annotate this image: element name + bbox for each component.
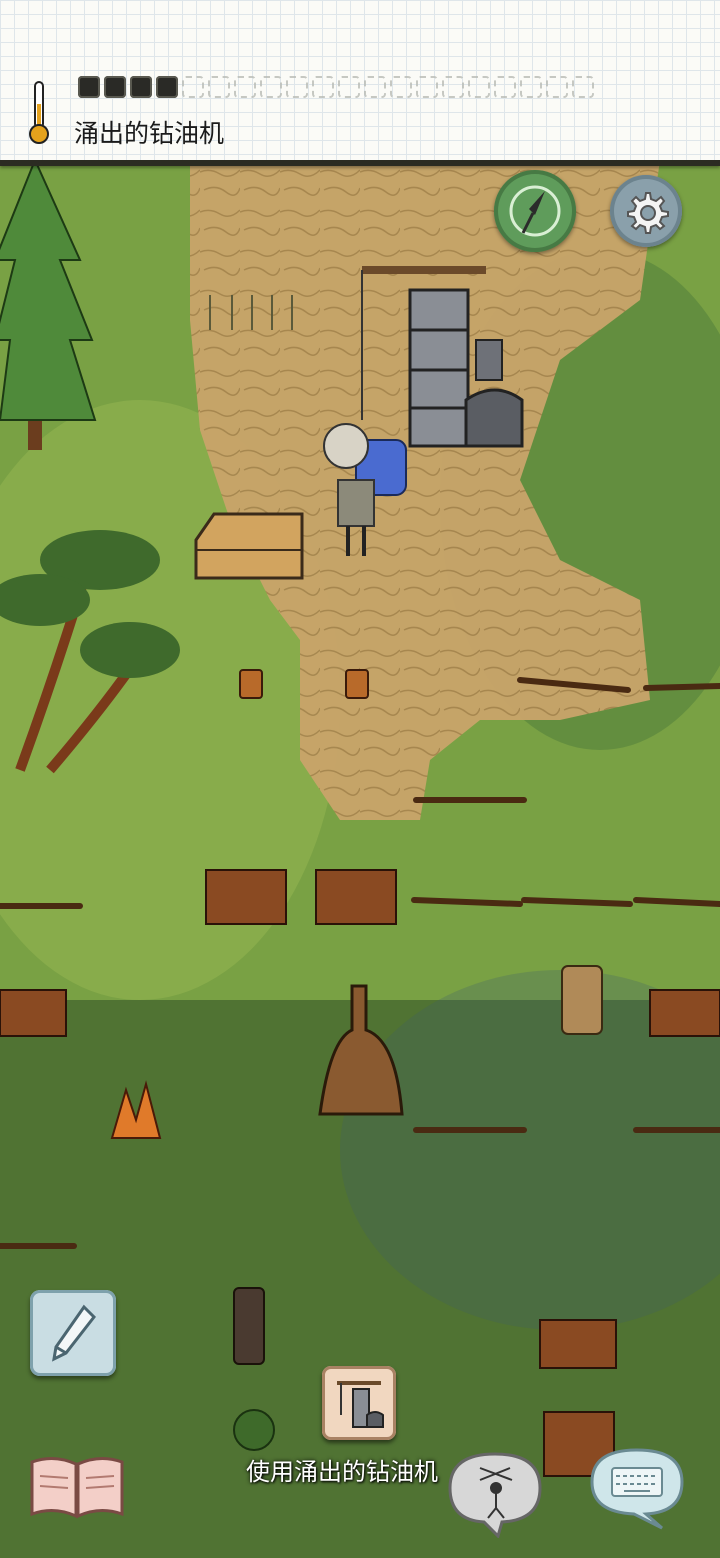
food-pip-empty (182, 76, 204, 98)
keyboard-icon (611, 1467, 663, 1497)
gear-icon (627, 192, 669, 234)
food-pip-empty (416, 76, 438, 98)
compass-button[interactable] (494, 170, 576, 252)
action-label: 使用涌出的钻油机 (246, 1458, 438, 1486)
food-pip-empty (546, 76, 568, 98)
status-text: 涌出的钻油机 (74, 119, 225, 148)
food-pip-empty (442, 76, 464, 98)
food-pip-full (156, 76, 178, 98)
chat-button[interactable] (584, 1444, 690, 1530)
food-pip-empty (338, 76, 360, 98)
wooden-bucket[interactable] (345, 669, 369, 699)
reed-basket[interactable] (561, 965, 603, 1035)
note-button[interactable] (30, 1290, 116, 1376)
food-pip-empty (494, 76, 516, 98)
food-pip-empty (234, 76, 256, 98)
status-bar: 涌出的钻油机 (0, 0, 720, 166)
food-pip-full (104, 76, 126, 98)
food-meter (78, 76, 658, 102)
settings-button[interactable] (610, 175, 682, 247)
food-pip-full (130, 76, 152, 98)
book-icon[interactable] (28, 1452, 126, 1520)
emote-button[interactable] (440, 1448, 550, 1538)
compass-icon (509, 185, 561, 237)
food-pip-empty (520, 76, 542, 98)
oil-pump-icon (337, 1381, 384, 1428)
food-pip-empty (364, 76, 386, 98)
food-pip-empty (208, 76, 230, 98)
food-pip-full (78, 76, 100, 98)
oil-pump-action-button[interactable] (322, 1366, 396, 1440)
food-pip-empty (390, 76, 412, 98)
food-pip-empty (468, 76, 490, 98)
wooden-bucket[interactable] (239, 669, 263, 699)
pencil-icon (52, 1304, 96, 1362)
food-pip-empty (572, 76, 594, 98)
gooseberry-bush[interactable] (233, 1409, 275, 1451)
food-pip-empty (260, 76, 282, 98)
thermometer-icon (29, 81, 49, 144)
food-pip-empty (312, 76, 334, 98)
wooden-box[interactable] (194, 512, 304, 580)
food-pip-empty (286, 76, 308, 98)
clay-plate-stack[interactable] (233, 1287, 265, 1365)
